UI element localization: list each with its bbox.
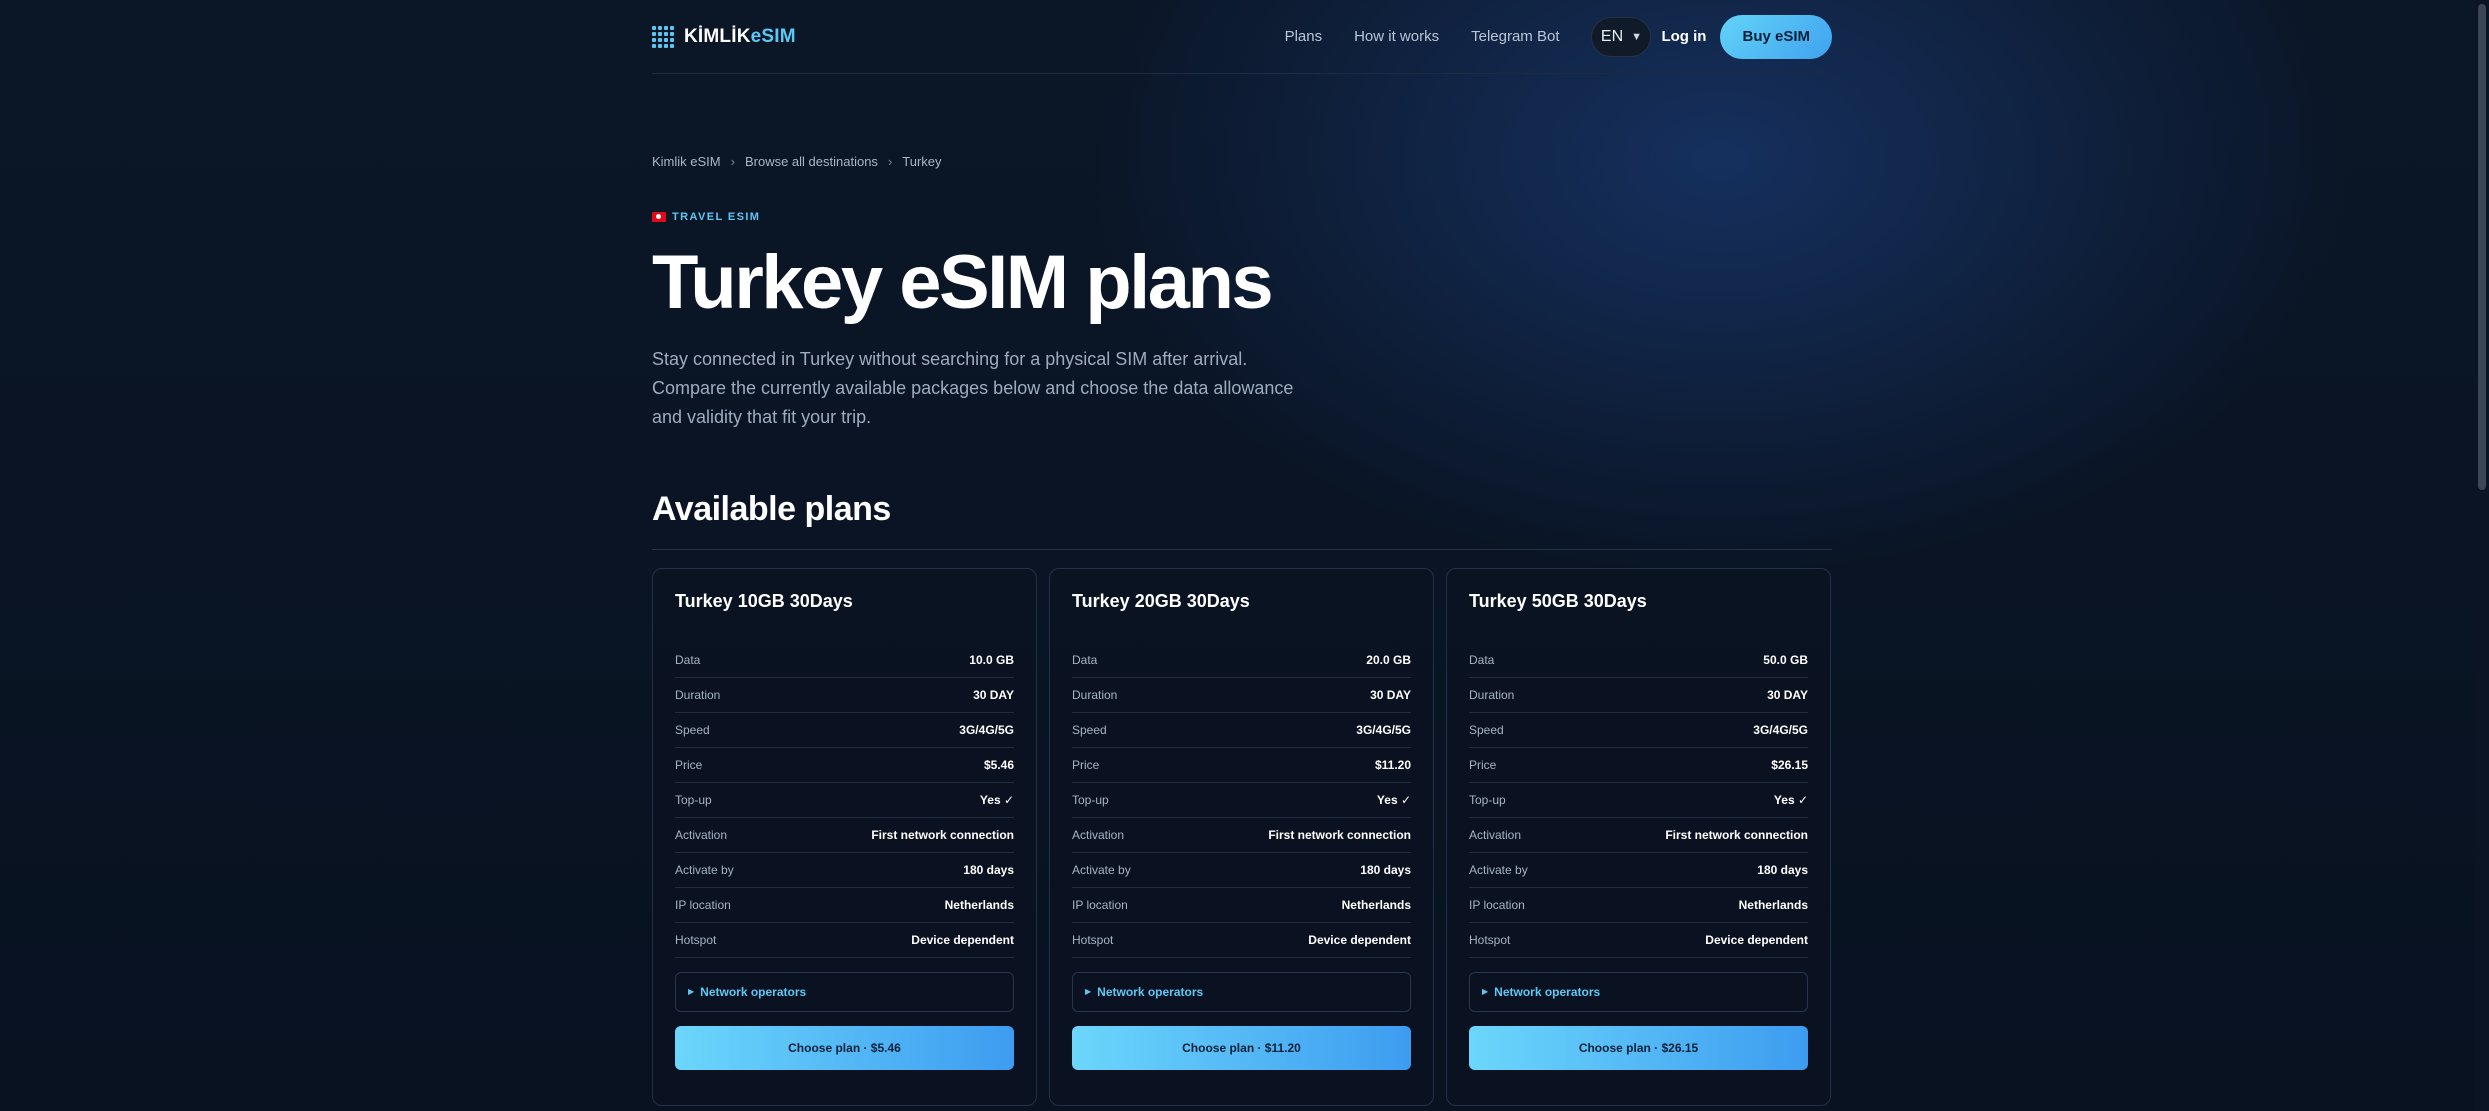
page-title: Turkey eSIM plans (652, 240, 1274, 325)
page-lead: Stay connected in Turkey without searchi… (652, 348, 1294, 427)
language-select[interactable]: EN ▼ (1591, 16, 1652, 57)
row-activation: Activation First network connection (1469, 818, 1808, 853)
sim-grid-icon (652, 25, 674, 48)
plan-cards: Turkey 10GB 30Days Data 10.0 GB Duration 3… (652, 567, 1832, 1106)
row-speed: Speed 3G/4G/5G (1072, 713, 1411, 748)
eyebrow-label: TRAVEL ESIM (672, 211, 761, 223)
site-header: KİMLİKeSIM Plans How it works Telegram B… (652, 0, 1832, 74)
scrollbar-thumb[interactable] (2478, 4, 2486, 490)
nav-plans-link[interactable]: Plans (1285, 28, 1323, 45)
plan-details: Data 20.0 GB Duration 30 DAY Speed 3G/4G/5G… (1072, 643, 1411, 958)
row-price: Price $26.15 (1469, 748, 1808, 783)
row-activation: Activation First network connection (1072, 818, 1411, 853)
row-ip-location: IP location Netherlands (1072, 888, 1411, 923)
main-nav: Plans How it works Telegram Bot EN ▼ Log… (1285, 14, 1832, 59)
row-hotspot: Hotspot Device dependent (1469, 923, 1808, 958)
row-topup: Top-up Yes ✓ (1072, 783, 1411, 818)
row-duration: Duration 30 DAY (1469, 678, 1808, 713)
network-operators-toggle[interactable]: ▶ Network operators (1469, 971, 1808, 1012)
network-operators-toggle[interactable]: ▶ Network operators (675, 971, 1014, 1012)
buy-esim-button[interactable]: Buy eSIM (1720, 14, 1832, 59)
row-activate-by: Activate by 180 days (1469, 853, 1808, 888)
breadcrumb-separator: › (887, 154, 893, 169)
plan-details: Data 50.0 GB Duration 30 DAY Speed 3G/4G/5G… (1469, 643, 1808, 958)
breadcrumb-home[interactable]: Kimlik eSIM (652, 154, 721, 169)
language-value: EN (1600, 27, 1624, 45)
caret-right-icon: ▶ (1482, 987, 1489, 997)
row-data: Data 10.0 GB (675, 643, 1014, 678)
eyebrow: TRAVEL ESIM (652, 211, 1832, 223)
breadcrumb: Kimlik eSIM › Browse all destinations › … (652, 154, 1832, 169)
breadcrumb-all-destinations[interactable]: Browse all destinations (745, 154, 878, 169)
page-scrollbar[interactable] (2475, 0, 2489, 1111)
row-hotspot: Hotspot Device dependent (1072, 923, 1411, 958)
brand-name: KİMLİKeSIM (684, 25, 796, 47)
choose-plan-button[interactable]: Choose plan · $26.15 (1469, 1025, 1808, 1070)
choose-plan-button[interactable]: Choose plan · $5.46 (675, 1025, 1014, 1070)
caret-right-icon: ▶ (688, 987, 695, 997)
section-title: Available plans (652, 489, 891, 528)
breadcrumb-separator: › (730, 154, 735, 169)
plan-card: Turkey 50GB 30Days Data 50.0 GB Duration 3… (1446, 567, 1831, 1106)
row-topup: Top-up Yes ✓ (675, 783, 1014, 818)
plan-card: Turkey 20GB 30Days Data 20.0 GB Duration 3… (1049, 567, 1434, 1106)
row-activate-by: Activate by 180 days (1072, 853, 1411, 888)
row-ip-location: IP location Netherlands (1469, 888, 1808, 923)
row-data: Data 50.0 GB (1469, 643, 1808, 678)
breadcrumb-current: Turkey (902, 154, 942, 169)
row-duration: Duration 30 DAY (1072, 678, 1411, 713)
section-divider (652, 548, 1832, 550)
row-price: Price $5.46 (675, 748, 1014, 783)
plan-title: Turkey 10GB 30Days (675, 590, 853, 611)
chevron-down-icon: ▼ (1631, 30, 1643, 43)
row-duration: Duration 30 DAY (675, 678, 1014, 713)
choose-plan-button[interactable]: Choose plan · $11.20 (1072, 1025, 1411, 1070)
row-speed: Speed 3G/4G/5G (1469, 713, 1808, 748)
page-container: KİMLİKeSIM Plans How it works Telegram B… (652, 0, 1832, 1106)
row-activate-by: Activate by 180 days (675, 853, 1014, 888)
row-hotspot: Hotspot Device dependent (675, 923, 1014, 958)
network-operators-toggle[interactable]: ▶ Network operators (1072, 971, 1411, 1012)
row-ip-location: IP location Netherlands (675, 888, 1014, 923)
login-link[interactable]: Log in (1661, 28, 1706, 45)
plan-card: Turkey 10GB 30Days Data 10.0 GB Duration 3… (652, 567, 1037, 1106)
row-speed: Speed 3G/4G/5G (675, 713, 1014, 748)
row-activation: Activation First network connection (675, 818, 1014, 853)
plan-title: Turkey 20GB 30Days (1072, 590, 1250, 611)
brand-logo[interactable]: KİMLİKeSIM (652, 25, 796, 48)
plan-title: Turkey 50GB 30Days (1469, 590, 1647, 611)
plan-details: Data 10.0 GB Duration 30 DAY Speed 3G/4G/5G… (675, 643, 1014, 958)
turkey-flag-icon (652, 212, 666, 222)
nav-telegram-link[interactable]: Telegram Bot (1471, 28, 1559, 45)
caret-right-icon: ▶ (1085, 987, 1092, 997)
nav-how-link[interactable]: How it works (1354, 28, 1439, 45)
row-price: Price $11.20 (1072, 748, 1411, 783)
row-data: Data 20.0 GB (1072, 643, 1411, 678)
row-topup: Top-up Yes ✓ (1469, 783, 1808, 818)
